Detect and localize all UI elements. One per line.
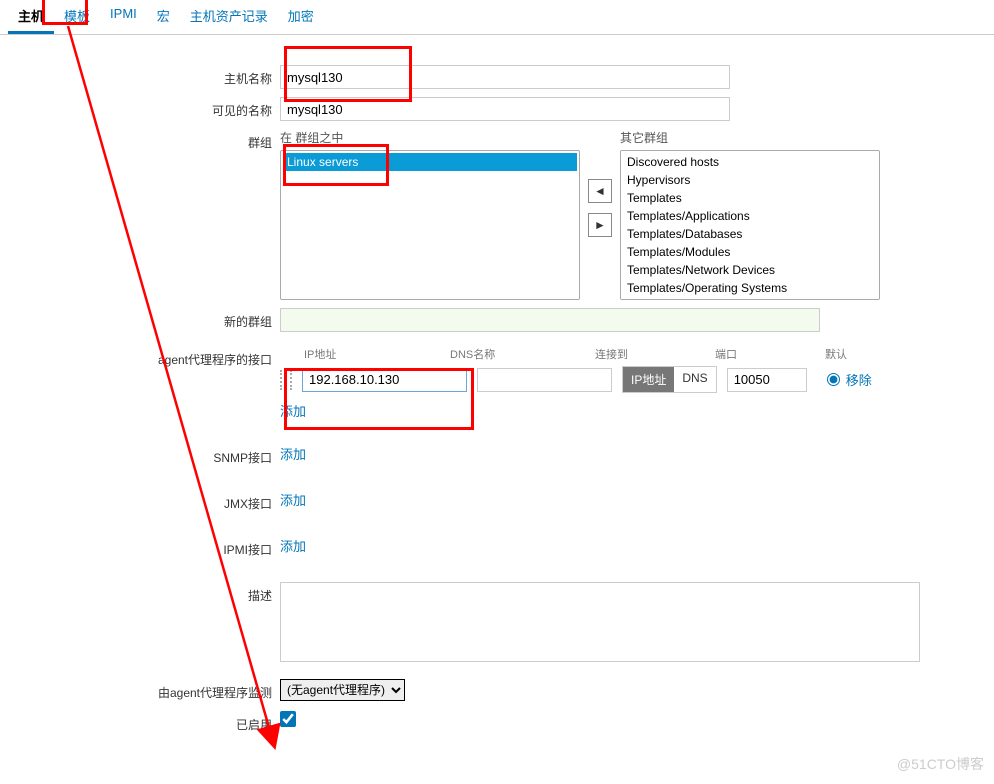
hdr-dns: DNS名称 — [450, 346, 595, 362]
enabled-label: 已启用 — [0, 711, 280, 733]
snmp-iface-label: SNMP接口 — [0, 444, 280, 466]
iface-header: IP地址 DNS名称 连接到 端口 默认 — [280, 346, 960, 362]
groups-label: 群组 — [0, 129, 280, 151]
in-groups-heading: 在 群组之中 — [280, 129, 580, 146]
tab-template[interactable]: 模板 — [54, 0, 100, 34]
newgroup-input[interactable] — [280, 308, 820, 332]
add-snmp-iface-link[interactable]: 添加 — [280, 447, 306, 462]
add-ipmi-iface-link[interactable]: 添加 — [280, 539, 306, 554]
connect-dns-button[interactable]: DNS — [674, 367, 715, 392]
connect-ip-button[interactable]: IP地址 — [623, 367, 674, 392]
dns-input[interactable] — [477, 368, 612, 392]
newgroup-label: 新的群组 — [0, 308, 280, 330]
tab-bar: 主机 模板 IPMI 宏 主机资产记录 加密 — [0, 0, 994, 35]
tab-ipmi[interactable]: IPMI — [100, 0, 147, 34]
description-label: 描述 — [0, 582, 280, 604]
tab-inventory[interactable]: 主机资产记录 — [180, 0, 278, 34]
agent-iface-row: IP地址 DNS 移除 — [280, 366, 960, 393]
visiblename-input[interactable] — [280, 97, 730, 121]
agent-iface-label: agent代理程序的接口 — [0, 346, 280, 368]
drag-handle-icon[interactable] — [280, 370, 292, 390]
hdr-ip: IP地址 — [280, 346, 450, 362]
hostname-input[interactable] — [280, 65, 730, 89]
hdr-default: 默认 — [825, 346, 875, 362]
ipmi-iface-label: IPMI接口 — [0, 536, 280, 558]
in-groups-select[interactable]: Linux servers — [280, 150, 580, 300]
hdr-port: 端口 — [715, 346, 825, 362]
add-agent-iface-link[interactable]: 添加 — [280, 401, 306, 420]
remove-iface-link[interactable]: 移除 — [846, 370, 872, 389]
move-right-button[interactable]: ► — [588, 213, 612, 237]
hostname-label: 主机名称 — [0, 65, 280, 87]
monitored-by-label: 由agent代理程序监测 — [0, 679, 280, 701]
hdr-connect: 连接到 — [595, 346, 715, 362]
port-input[interactable] — [727, 368, 807, 392]
tab-encryption[interactable]: 加密 — [278, 0, 324, 34]
ip-input[interactable] — [302, 368, 467, 392]
visiblename-label: 可见的名称 — [0, 97, 280, 119]
connect-toggle: IP地址 DNS — [622, 366, 717, 393]
default-radio[interactable] — [827, 373, 840, 386]
tab-macro[interactable]: 宏 — [147, 0, 180, 34]
watermark: @51CTO博客 — [897, 754, 984, 774]
move-left-button[interactable]: ◄ — [588, 179, 612, 203]
description-textarea[interactable] — [280, 582, 920, 662]
add-jmx-iface-link[interactable]: 添加 — [280, 493, 306, 508]
other-groups-select[interactable]: Discovered hostsHypervisorsTemplatesTemp… — [620, 150, 880, 300]
jmx-iface-label: JMX接口 — [0, 490, 280, 512]
tab-host[interactable]: 主机 — [8, 0, 54, 34]
other-groups-heading: 其它群组 — [620, 129, 880, 146]
host-form: 主机名称 可见的名称 群组 在 群组之中 Linux servers ◄ ► 其… — [0, 35, 994, 733]
enabled-checkbox[interactable] — [280, 711, 296, 727]
proxy-select[interactable]: (无agent代理程序) — [280, 679, 405, 701]
